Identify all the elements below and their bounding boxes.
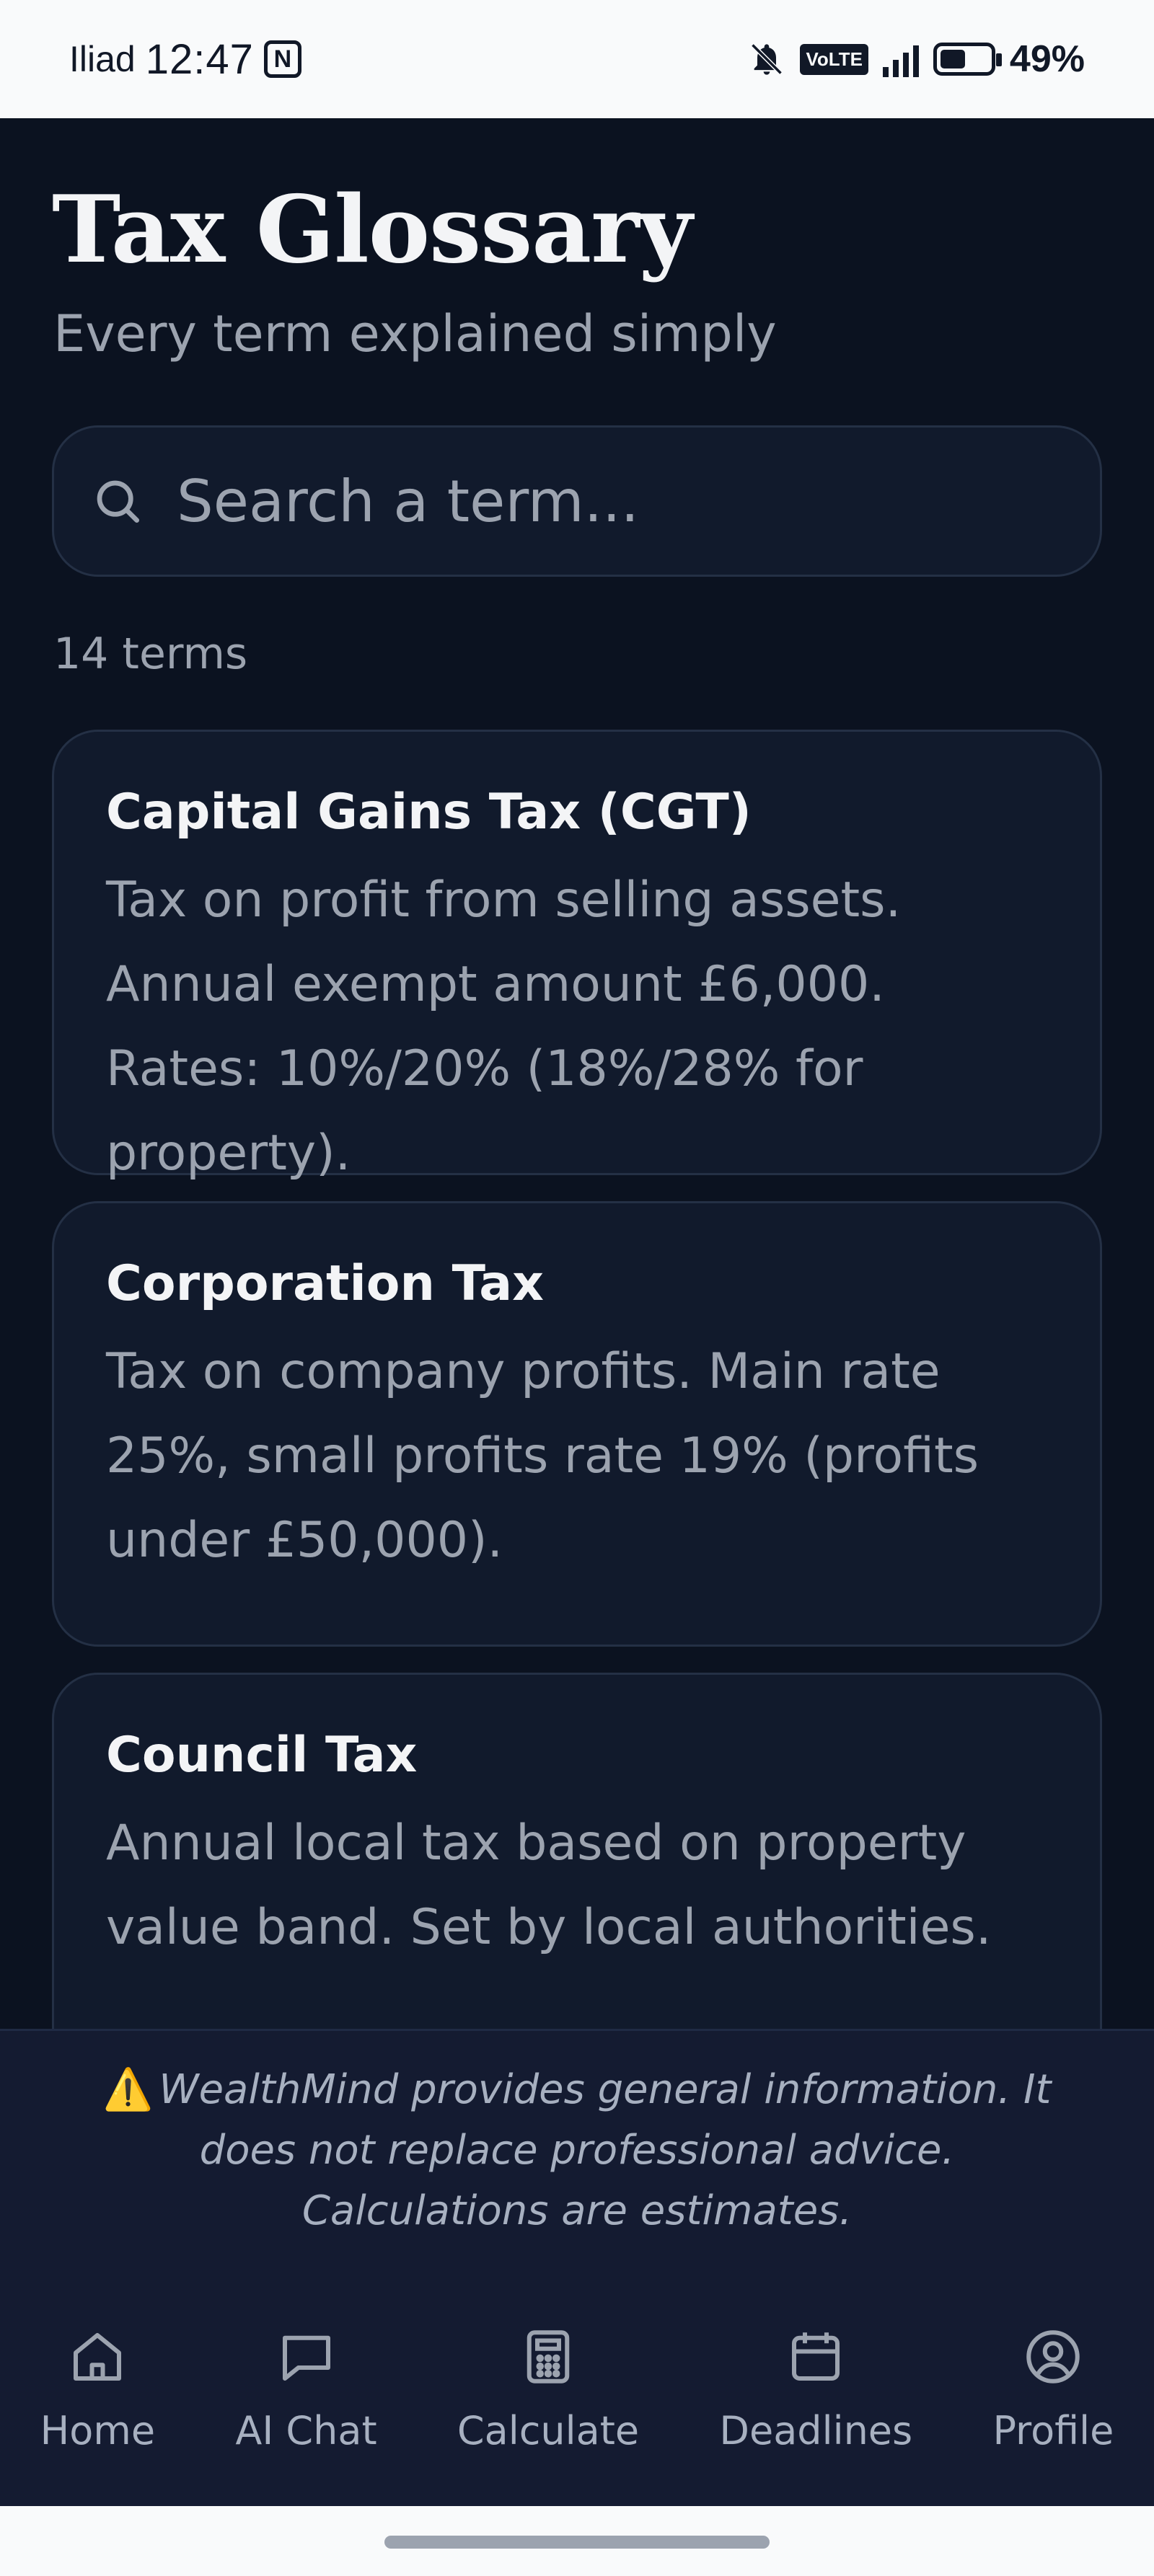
- term-card[interactable]: Council Tax Annual local tax based on pr…: [52, 1673, 1102, 2029]
- nfc-icon: N: [263, 40, 301, 78]
- term-description: Annual local tax based on property value…: [106, 1815, 992, 1956]
- nav-item-calculate[interactable]: Calculate: [457, 2324, 639, 2453]
- nav-item-profile[interactable]: Profile: [992, 2324, 1114, 2453]
- home-icon: [74, 2333, 122, 2381]
- nav-label: Deadlines: [719, 2408, 913, 2453]
- status-time: 12:47: [145, 35, 254, 83]
- nav-item-ai-chat[interactable]: AI Chat: [235, 2324, 377, 2453]
- page-subtitle: Every term explained simply: [53, 304, 777, 363]
- term-card[interactable]: Corporation Tax Tax on company profits. …: [52, 1201, 1102, 1647]
- nav-item-deadlines[interactable]: Deadlines: [719, 2324, 912, 2453]
- warning-icon: ⚠️: [102, 2066, 154, 2113]
- disclaimer-banner: ⚠️ WealthMind provides general informatio…: [0, 2029, 1154, 2271]
- bottom-nav: Home AI Chat Calculate Deadlines Profile: [0, 2271, 1154, 2506]
- nav-label: Calculate: [457, 2408, 640, 2453]
- notifications-muted-icon: [751, 43, 783, 75]
- term-count: 14 terms: [53, 629, 248, 679]
- disclaimer-text: WealthMind provides general information.…: [159, 2066, 1052, 2234]
- term-description: Tax on profit from selling assets. Annua…: [106, 872, 902, 1182]
- system-gesture-area: [0, 2506, 1154, 2576]
- status-right: VoLTE 49%: [748, 37, 1085, 81]
- term-description: Tax on company profits. Main rate 25%, s…: [106, 1343, 979, 1569]
- nav-item-home[interactable]: Home: [40, 2324, 155, 2453]
- carrier-name: Iliad: [69, 39, 136, 79]
- term-title: Corporation Tax: [106, 1255, 544, 1312]
- battery-icon: [933, 43, 1002, 76]
- search-input[interactable]: [175, 466, 1071, 536]
- calculator-icon: [527, 2330, 570, 2384]
- gesture-handle[interactable]: [384, 2536, 770, 2549]
- volte-icon: VoLTE: [800, 43, 868, 75]
- status-bar: Iliad 12:47 N VoLTE 49%: [0, 0, 1154, 118]
- calendar-icon: [792, 2332, 840, 2381]
- profile-icon: [1026, 2330, 1080, 2384]
- term-title: Capital Gains Tax (CGT): [106, 784, 752, 841]
- term-card[interactable]: Capital Gains Tax (CGT) Tax on profit fr…: [52, 730, 1102, 1182]
- battery-percent: 49%: [1009, 38, 1085, 80]
- nav-label: Profile: [992, 2408, 1114, 2453]
- search-bar[interactable]: [52, 425, 1102, 577]
- nav-label: AI Chat: [235, 2408, 377, 2453]
- signal-icon: [882, 41, 919, 77]
- chat-icon: [282, 2335, 330, 2381]
- search-icon: [97, 480, 140, 523]
- term-title: Council Tax: [106, 1727, 418, 1784]
- page-title: Tax Glossary: [52, 176, 692, 284]
- main-content[interactable]: Tax Glossary Every term explained simply…: [0, 118, 1154, 2029]
- status-left: Iliad 12:47 N: [69, 35, 301, 84]
- nav-label: Home: [40, 2408, 156, 2453]
